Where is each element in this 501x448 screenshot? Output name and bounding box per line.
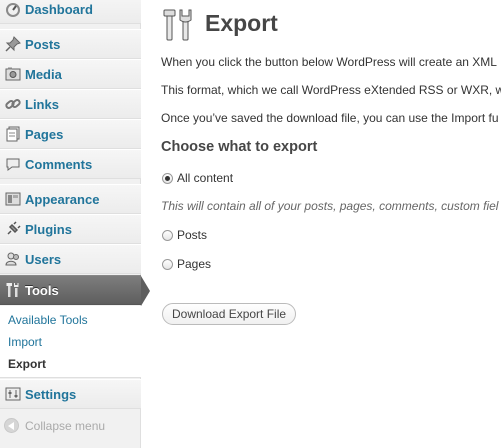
dashboard-icon <box>4 0 22 18</box>
page-title: Export <box>205 10 278 36</box>
all-content-description: This will contain all of your posts, pag… <box>161 199 499 213</box>
collapse-menu-label: Collapse menu <box>25 418 106 433</box>
appearance-icon <box>4 190 22 208</box>
menu-label: Users <box>25 251 62 267</box>
menu-label: Links <box>25 96 59 112</box>
tools-submenu: Available Tools Import Export <box>0 306 141 378</box>
menu-item-posts[interactable]: Posts <box>0 29 141 59</box>
comments-icon <box>4 155 22 173</box>
import-paragraph: Once you’ve saved the download file, you… <box>161 111 499 125</box>
option-pages[interactable]: Pages <box>162 257 211 271</box>
intro-paragraph: When you click the button below WordPres… <box>161 55 497 69</box>
submenu-item-export[interactable]: Export <box>8 357 46 371</box>
menu-label: Tools <box>25 282 59 298</box>
radio-pages[interactable] <box>162 258 173 270</box>
link-icon <box>4 95 22 113</box>
menu-item-settings[interactable]: Settings <box>0 379 141 409</box>
menu-label: Dashboard <box>25 1 93 17</box>
option-all-content[interactable]: All content <box>162 171 233 185</box>
menu-label: Settings <box>25 386 77 402</box>
menu-item-dashboard[interactable]: Dashboard <box>0 0 141 24</box>
format-paragraph: This format, which we call WordPress eXt… <box>161 83 501 97</box>
option-label: Pages <box>177 257 212 271</box>
menu-item-comments[interactable]: Comments <box>0 149 141 179</box>
pushpin-icon <box>4 35 22 53</box>
admin-sidebar: Dashboard Posts Media Links Pages Commen… <box>0 0 150 448</box>
collapse-arrow-icon <box>4 418 19 433</box>
media-icon <box>4 65 22 83</box>
menu-item-appearance[interactable]: Appearance <box>0 184 141 214</box>
radio-posts[interactable] <box>162 229 173 241</box>
tools-header-icon <box>162 8 194 42</box>
radio-all-content[interactable] <box>162 172 173 184</box>
submenu-item-import[interactable]: Import <box>8 335 42 349</box>
pages-icon <box>4 125 22 143</box>
menu-label: Appearance <box>25 191 100 207</box>
menu-item-tools[interactable]: Tools <box>0 275 150 306</box>
menu-item-media[interactable]: Media <box>0 59 141 89</box>
current-menu-arrow <box>141 276 150 306</box>
tools-icon <box>4 281 22 299</box>
users-icon <box>4 250 22 268</box>
settings-icon <box>4 385 22 403</box>
option-label: All content <box>177 171 234 185</box>
menu-label: Posts <box>25 36 61 52</box>
option-label: Posts <box>177 228 208 242</box>
menu-item-pages[interactable]: Pages <box>0 119 141 149</box>
menu-item-users[interactable]: Users <box>0 244 141 274</box>
option-posts[interactable]: Posts <box>162 228 207 242</box>
menu-label: Comments <box>25 156 93 172</box>
menu-item-links[interactable]: Links <box>0 89 141 119</box>
plugins-icon <box>4 220 22 238</box>
menu-label: Media <box>25 66 62 82</box>
section-heading: Choose what to export <box>161 139 318 155</box>
submenu-item-available-tools[interactable]: Available Tools <box>8 313 88 327</box>
menu-label: Plugins <box>25 221 72 237</box>
download-export-file-button[interactable]: Download Export File <box>162 303 297 325</box>
menu-item-plugins[interactable]: Plugins <box>0 214 141 244</box>
menu-label: Pages <box>25 126 64 142</box>
collapse-menu-button[interactable]: Collapse menu <box>4 418 105 433</box>
